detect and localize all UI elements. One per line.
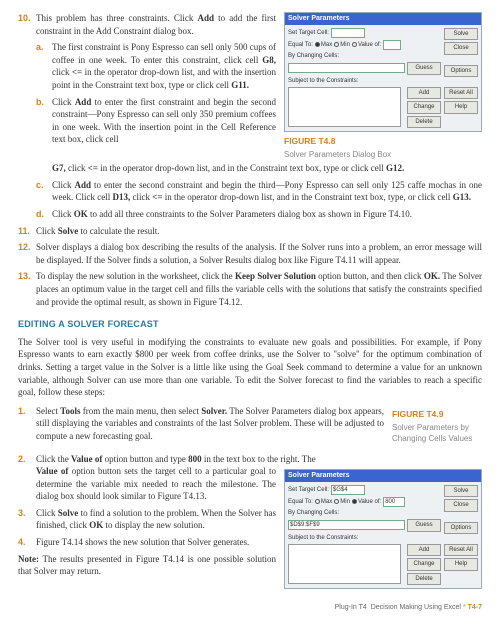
edit-step-2-top: 2. Click the Value of option button and … — [18, 453, 482, 466]
resetall-button-2[interactable]: Reset All — [444, 544, 478, 556]
note-para: Note: The results presented in Figure T4… — [18, 553, 276, 578]
step-10a: a. The first constraint is Pony Espresso… — [36, 41, 276, 91]
step-10: 10. This problem has three constraints. … — [18, 12, 276, 37]
target-cell-field[interactable] — [331, 28, 365, 38]
change-button-2[interactable]: Change — [407, 558, 441, 570]
valueof-field-2[interactable]: 800 — [383, 497, 405, 507]
guess-button[interactable]: Guess — [407, 62, 441, 74]
section-heading: EDITING A SOLVER FORECAST — [18, 318, 482, 331]
add-button-2[interactable]: Add — [407, 544, 441, 556]
close-button-2[interactable]: Close — [444, 499, 478, 511]
page-footer: Plug-In T4 Decision Making Using Excel *… — [18, 603, 482, 613]
solver-panel-1: Solver Parameters Set Target Cell: Equal… — [284, 12, 482, 132]
step-10b-part1: b. Click Add to enter the first constrai… — [36, 96, 276, 146]
radio-valueof-2[interactable]: Value of: — [352, 498, 381, 506]
step-13: 13. To display the new solution in the w… — [18, 270, 482, 308]
options-button-2[interactable]: Options — [444, 522, 478, 534]
constraints-box-2[interactable] — [288, 544, 401, 584]
label-changing: By Changing Cells: — [288, 52, 339, 60]
changing-cells-field-2[interactable]: $D$9:$F$9 — [288, 520, 405, 530]
changing-cells-field[interactable] — [288, 63, 405, 73]
radio-min-2[interactable]: Min — [334, 498, 350, 506]
close-button[interactable]: Close — [444, 42, 478, 54]
change-button[interactable]: Change — [407, 101, 441, 113]
solver-panel-2: Solver Parameters Set Target Cell:$G$4 E… — [284, 469, 482, 589]
solve-button[interactable]: Solve — [444, 28, 478, 40]
solver-title: Solver Parameters — [285, 13, 481, 25]
radio-max[interactable]: Max — [315, 41, 332, 49]
radio-max-2[interactable]: Max — [315, 498, 332, 506]
step-12: 12. Solver displays a dialog box describ… — [18, 241, 482, 266]
step-10c: c. Click Add to enter the second constra… — [36, 179, 482, 204]
step-num: 10. — [18, 12, 32, 37]
solver-title-2: Solver Parameters — [285, 470, 481, 482]
edit-step-3: 3. Click Solve to find a solution to the… — [18, 507, 276, 532]
add-button[interactable]: Add — [407, 87, 441, 99]
valueof-field[interactable] — [383, 40, 401, 50]
radio-valueof[interactable]: Value of: — [352, 41, 381, 49]
figure-caption-8: FIGURE T4.8 Solver Parameters Dialog Box — [284, 136, 482, 160]
edit-step-4: 4. Figure T4.14 shows the new solution t… — [18, 536, 276, 549]
figure-caption-9: FIGURE T4.9 Solver Parameters by Changin… — [392, 409, 482, 444]
equal-to-row: Equal To: Max Min Value of: — [288, 40, 441, 50]
edit-step-1: 1. Select Tools from the main menu, then… — [18, 405, 384, 443]
help-button-2[interactable]: Help — [444, 558, 478, 570]
help-button[interactable]: Help — [444, 101, 478, 113]
radio-min[interactable]: Min — [334, 41, 350, 49]
step-text: This problem has three constraints. Clic… — [36, 12, 276, 37]
intro-para: The Solver tool is very useful in modify… — [18, 336, 482, 399]
options-button[interactable]: Options — [444, 65, 478, 77]
step-10d: d. Click OK to add all three constraints… — [36, 208, 482, 221]
label-constraints: Subject to the Constraints: — [288, 77, 358, 85]
step-11: 11. Click Solve to calculate the result. — [18, 225, 482, 238]
target-cell-field-2[interactable]: $G$4 — [331, 485, 365, 495]
resetall-button[interactable]: Reset All — [444, 87, 478, 99]
delete-button[interactable]: Delete — [407, 116, 441, 128]
delete-button-2[interactable]: Delete — [407, 573, 441, 585]
label-target: Set Target Cell: — [288, 29, 329, 37]
solve-button-2[interactable]: Solve — [444, 485, 478, 497]
guess-button-2[interactable]: Guess — [407, 519, 441, 531]
edit-step-2-cont: 2. Value of option button sets the targe… — [18, 465, 276, 503]
constraints-box[interactable] — [288, 87, 401, 127]
step-10b-part2: b. G7, click <= in the operator drop-dow… — [36, 162, 482, 175]
